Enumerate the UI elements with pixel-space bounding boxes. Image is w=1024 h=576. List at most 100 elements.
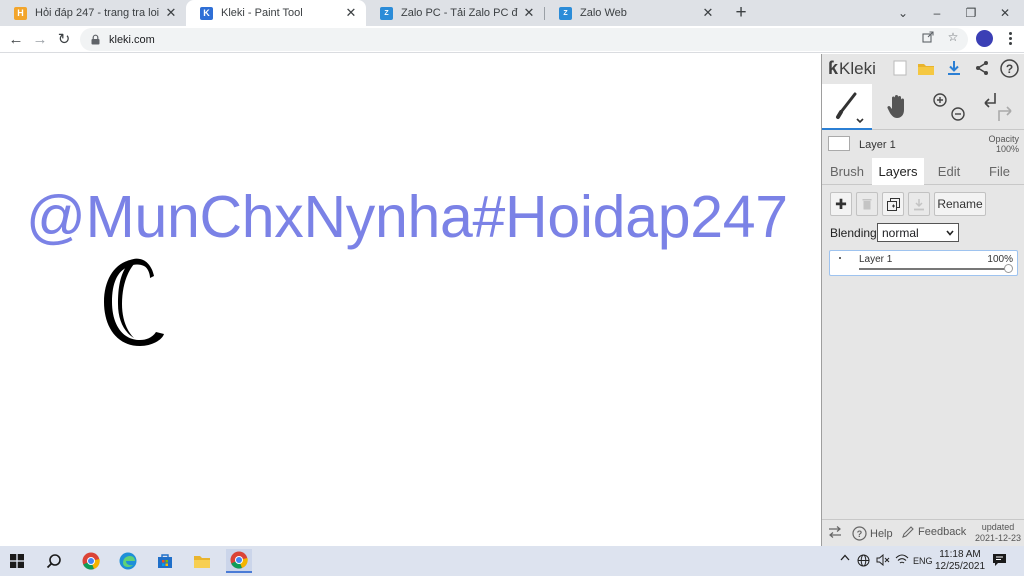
windows-start-icon[interactable] — [4, 549, 30, 573]
kleki-favicon-icon: K — [200, 6, 213, 20]
chrome-taskbar-icon[interactable] — [78, 549, 104, 573]
share-icon[interactable] — [972, 58, 992, 78]
help-link-label: Help — [870, 527, 893, 540]
wifi-icon[interactable] — [895, 554, 909, 565]
redo-icon[interactable] — [998, 106, 1012, 121]
kleki-side-panel: ƙ Kleki ? Layer 1 Opacity 100% Brush Lay… — [821, 54, 1024, 546]
brush-tool[interactable] — [822, 84, 872, 130]
close-tab-icon[interactable]: ✕ — [344, 5, 358, 20]
kleki-logo-text: Kleki — [839, 58, 876, 78]
duplicate-layer-icon[interactable] — [882, 192, 904, 216]
footer-help-link[interactable]: ? Help — [852, 526, 893, 541]
layer-thumbnail[interactable] — [828, 136, 850, 151]
updated-label: updated — [981, 522, 1015, 532]
windows-taskbar: ENG 11:18 AM 12/25/2021 — [0, 546, 1024, 576]
footer-feedback-link[interactable]: Feedback — [902, 526, 966, 538]
tab-brush[interactable]: Brush — [822, 158, 872, 185]
tab-search-chevron-icon[interactable]: ⌄ — [886, 0, 920, 26]
input-language-indicator[interactable]: ENG — [913, 556, 933, 566]
kleki-logo-icon: ƙ — [828, 58, 839, 78]
browser-tab-zalo-pc[interactable]: Z Zalo PC - Tải Zalo PC để làm việc ✕ — [366, 0, 544, 26]
clock-time: 11:18 AM — [939, 549, 981, 560]
restore-icon[interactable]: ❐ — [954, 0, 988, 26]
kleki-tool-row — [822, 84, 1024, 130]
layer-opacity-slider[interactable] — [859, 268, 1009, 270]
store-taskbar-icon[interactable] — [152, 549, 178, 573]
tab-file[interactable]: File — [974, 158, 1024, 185]
delete-layer-trash-icon[interactable] — [856, 192, 878, 216]
forward-arrow-icon[interactable]: → — [31, 30, 49, 48]
active-layer-name: Layer 1 — [859, 139, 896, 151]
swap-side-icon[interactable] — [828, 526, 842, 538]
zalo-favicon-icon: Z — [559, 6, 572, 20]
feedback-pencil-icon — [902, 526, 914, 538]
open-folder-icon[interactable] — [916, 58, 936, 78]
blending-mode-select[interactable]: normal — [877, 223, 959, 242]
drawing-canvas[interactable]: @MunChxNynha#Hoidap247 — [0, 54, 821, 546]
new-image-icon[interactable] — [890, 58, 910, 78]
reload-icon[interactable]: ↻ — [55, 30, 73, 48]
address-bar[interactable]: kleki.com — [80, 28, 968, 51]
feedback-link-label: Feedback — [918, 526, 967, 538]
opacity-value: 100% — [995, 144, 1019, 154]
close-tab-icon[interactable]: ✕ — [522, 5, 536, 20]
layer-opacity-slider-handle[interactable] — [1004, 264, 1013, 273]
updated-stamp: updated 2021-12-23 — [975, 522, 1021, 544]
browser-toolbar: ← → ↻ kleki.com ☆ — [0, 26, 1024, 53]
profile-avatar[interactable] — [976, 30, 993, 47]
bookmark-star-icon[interactable]: ☆ — [945, 29, 961, 45]
brush-icon — [836, 92, 864, 124]
minimize-icon[interactable]: – — [920, 0, 954, 26]
tab-edit[interactable]: Edit — [924, 158, 974, 185]
add-layer-plus-icon[interactable]: ✚ — [830, 192, 852, 216]
browser-tab-zalo-web[interactable]: Z Zalo Web ✕ — [545, 0, 723, 26]
blending-mode-value: normal — [882, 225, 919, 240]
layer-item-thumbnail — [839, 257, 841, 259]
tray-chevron-up-icon[interactable] — [840, 554, 850, 561]
browser-tab-strip: H Hỏi đáp 247 - trang tra loi ✕ K Kleki … — [0, 0, 1024, 26]
tab-title: Zalo PC - Tải Zalo PC để làm việc — [401, 7, 518, 19]
layer-list-item[interactable]: Layer 1 100% — [829, 250, 1018, 276]
close-tab-icon[interactable]: ✕ — [164, 5, 178, 20]
taskbar-clock[interactable]: 11:18 AM 12/25/2021 — [933, 549, 987, 573]
url-text: kleki.com — [109, 33, 155, 46]
opacity-label: Opacity — [988, 134, 1019, 144]
network-globe-icon[interactable] — [857, 554, 870, 567]
close-tab-icon[interactable]: ✕ — [701, 5, 715, 20]
help-circle-icon: ? — [852, 526, 867, 541]
download-icon[interactable] — [944, 58, 964, 78]
rename-layer-button[interactable]: Rename — [934, 192, 986, 216]
notifications-icon[interactable] — [992, 553, 1007, 567]
browser-menu-icon[interactable] — [1003, 30, 1017, 47]
volume-muted-icon[interactable] — [876, 554, 890, 566]
tab-title: Hỏi đáp 247 - trang tra loi — [35, 7, 160, 19]
back-arrow-icon[interactable]: ← — [7, 30, 25, 48]
search-icon[interactable] — [41, 549, 67, 573]
undo-redo-controls — [974, 84, 1020, 130]
file-explorer-taskbar-icon[interactable] — [189, 549, 215, 573]
kleki-tabs: Brush Layers Edit File — [822, 158, 1024, 185]
undo-icon[interactable] — [984, 93, 996, 108]
merge-layer-down-icon[interactable] — [908, 192, 930, 216]
layer-item-name: Layer 1 — [859, 254, 893, 265]
chrome-active-taskbar-icon[interactable] — [226, 549, 252, 573]
hoidap-favicon-icon: H — [14, 6, 27, 20]
share-page-icon[interactable] — [920, 29, 936, 45]
hand-tool[interactable] — [874, 84, 922, 130]
active-layer-info: Layer 1 Opacity 100% — [822, 131, 1024, 158]
blending-label: Blending — [830, 226, 877, 240]
svg-text:?: ? — [1005, 62, 1012, 76]
browser-tab-hoidap[interactable]: H Hỏi đáp 247 - trang tra loi ✕ — [0, 0, 186, 26]
browser-tab-kleki[interactable]: K Kleki - Paint Tool ✕ — [186, 0, 366, 26]
help-icon[interactable]: ? — [999, 58, 1019, 78]
close-window-icon[interactable]: ✕ — [988, 0, 1022, 26]
tab-layers[interactable]: Layers — [872, 158, 924, 185]
zoom-controls — [928, 84, 968, 130]
canvas-text-layer: @MunChxNynha#Hoidap247 — [26, 184, 788, 250]
kleki-footer: ? Help Feedback updated 2021-12-23 — [822, 519, 1024, 546]
kleki-logo: ƙ Kleki — [828, 58, 876, 79]
zoom-out-icon[interactable] — [951, 107, 965, 121]
new-tab-plus-icon[interactable]: + — [731, 3, 751, 23]
edge-taskbar-icon[interactable] — [115, 549, 141, 573]
zoom-in-icon[interactable] — [933, 93, 947, 107]
